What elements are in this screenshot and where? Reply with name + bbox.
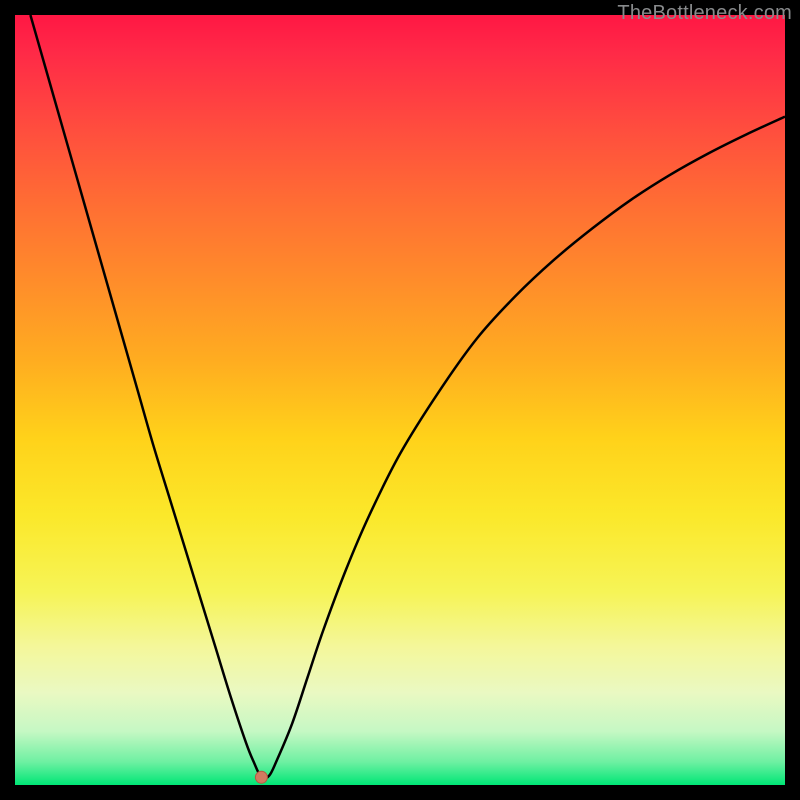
optimal-point-marker	[255, 771, 267, 783]
watermark-label: TheBottleneck.com	[617, 2, 792, 25]
gradient-background	[15, 15, 785, 785]
chart-frame	[15, 15, 785, 785]
chart-canvas	[15, 15, 785, 785]
